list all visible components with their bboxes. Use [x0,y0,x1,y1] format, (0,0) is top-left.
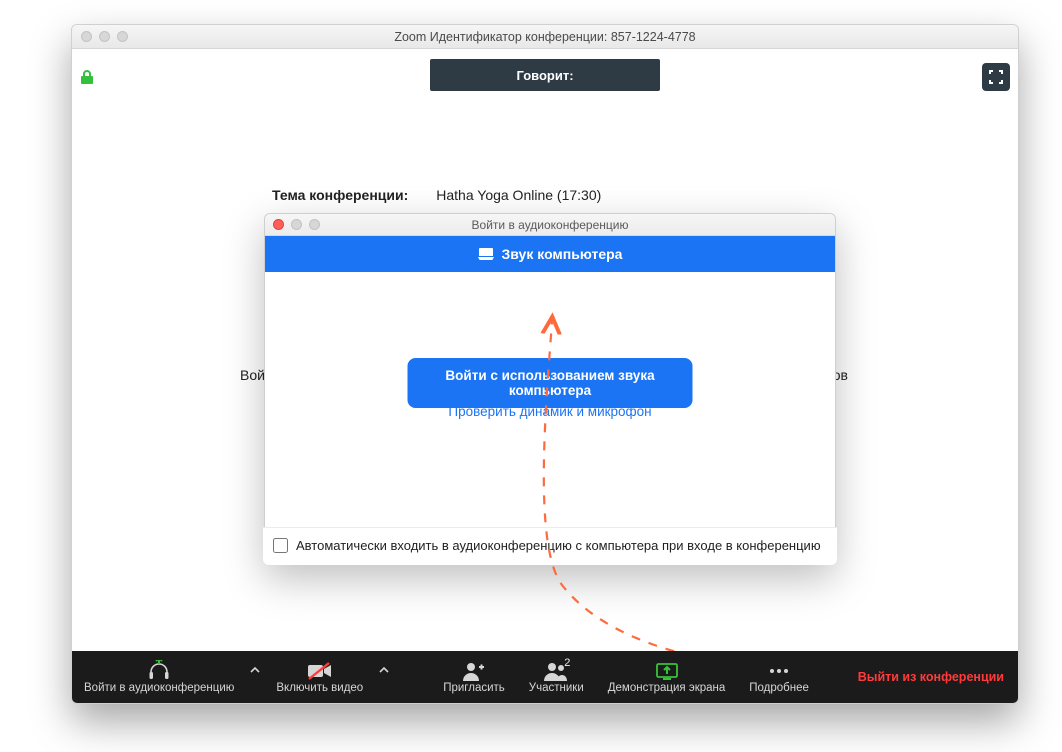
toolbar-participants-label: Участники [529,682,584,694]
dialog-tab-label: Звук компьютера [502,246,623,262]
invite-icon [463,660,485,682]
dialog-tab-computer-audio[interactable]: Звук компьютера [265,236,835,272]
toolbar-start-video[interactable]: Включить видео [264,651,375,703]
join-with-computer-audio-button[interactable]: Войти с использованием звука компьютера [408,358,693,408]
more-icon [768,660,790,682]
video-off-icon [307,660,333,682]
laptop-icon [478,248,494,260]
participants-count: 2 [564,657,570,669]
toolbar-more[interactable]: Подробнее [737,651,821,703]
toolbar-invite[interactable]: Пригласить [431,651,517,703]
chevron-up-icon [250,665,260,675]
auto-join-label: Автоматически входить в аудиоконференцию… [296,538,821,553]
dialog-body: Войти с использованием звука компьютера … [265,272,835,564]
test-speaker-mic-link[interactable]: Проверить динамик и микрофон [265,404,835,419]
fullscreen-icon [988,69,1004,85]
toolbar-more-label: Подробнее [749,682,809,694]
speaking-indicator: Говорит: [430,59,660,91]
window-titlebar: Zoom Идентификатор конференции: 857-1224… [72,25,1018,49]
chevron-up-icon [379,665,389,675]
lock-icon[interactable] [80,69,94,90]
fullscreen-button[interactable] [982,63,1010,91]
topic-row: Тема конференции: Hatha Yoga Online (17:… [272,187,601,203]
dialog-title: Войти в аудиоконференцию [265,218,835,232]
toolbar-participants[interactable]: 2 Участники [517,651,596,703]
window-title: Zoom Идентификатор конференции: 857-1224… [72,30,1018,44]
headphones-icon [147,660,171,682]
auto-join-row[interactable]: Автоматически входить в аудиоконференцию… [263,527,837,565]
zoom-main-window: Zoom Идентификатор конференции: 857-1224… [71,24,1019,704]
topic-value: Hatha Yoga Online (17:30) [436,187,601,203]
meeting-toolbar: Войти в аудиоконференцию Включить видео … [72,651,1018,703]
speaking-label: Говорит: [516,68,573,83]
toolbar-join-audio[interactable]: Войти в аудиоконференцию [72,651,246,703]
video-options-caret[interactable] [375,665,393,689]
toolbar-start-video-label: Включить видео [276,682,363,694]
background-text-left: Вой [240,367,265,383]
audio-options-caret[interactable] [246,665,264,689]
toolbar-share-screen[interactable]: Демонстрация экрана [596,651,738,703]
toolbar-share-label: Демонстрация экрана [608,682,726,694]
main-content: Тема конференции: Hatha Yoga Online (17:… [72,105,1018,651]
toolbar-join-audio-label: Войти в аудиоконференцию [84,682,234,694]
leave-meeting-button[interactable]: Выйти из конференции [844,670,1018,684]
audio-join-dialog: Войти в аудиоконференцию Звук компьютера… [264,213,836,565]
toolbar-invite-label: Пригласить [443,682,505,694]
auto-join-checkbox[interactable] [273,538,288,553]
dialog-titlebar: Войти в аудиоконференцию [265,214,835,236]
share-screen-icon [655,660,679,682]
topic-label: Тема конференции: [272,187,408,203]
